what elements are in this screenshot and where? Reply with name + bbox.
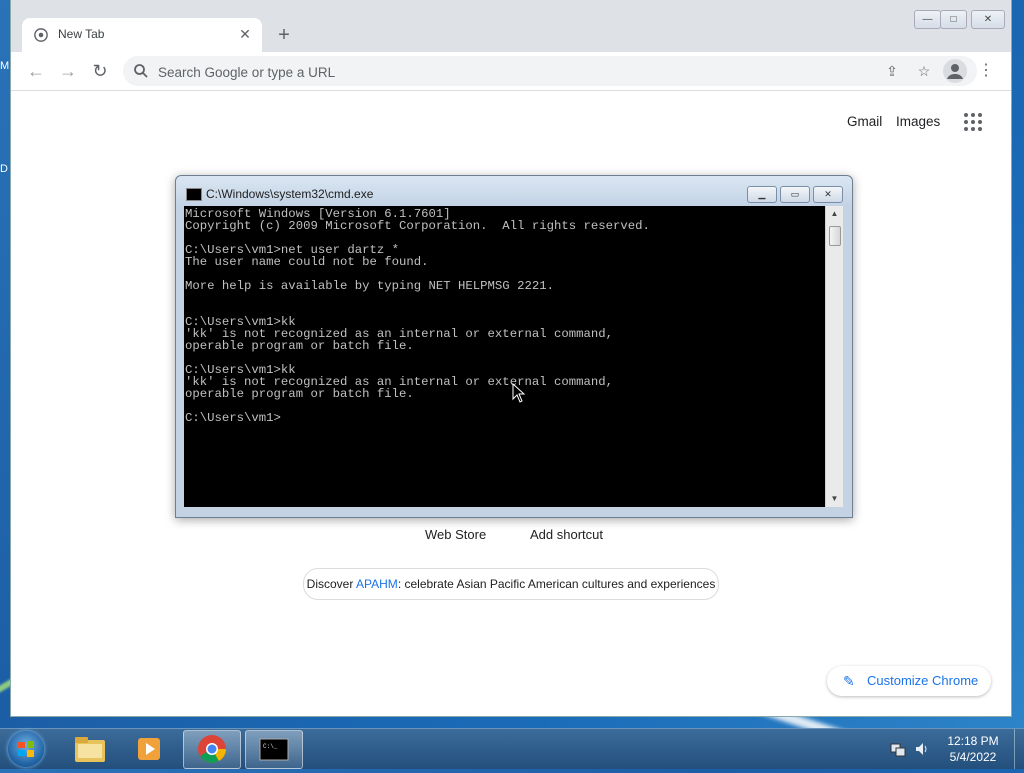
media-player-icon <box>138 738 160 760</box>
images-link[interactable]: Images <box>896 114 940 129</box>
close-button[interactable]: ✕ <box>971 10 1005 29</box>
start-button[interactable] <box>8 731 44 767</box>
chrome-favicon-icon <box>34 28 48 42</box>
back-button[interactable]: ← <box>25 60 47 82</box>
cmd-maximize-button[interactable]: ▭ <box>780 186 810 203</box>
show-desktop-button[interactable] <box>1014 729 1024 769</box>
clock-date: 5/4/2022 <box>949 750 997 764</box>
profile-avatar-icon[interactable] <box>943 59 967 83</box>
taskbar-media-player[interactable] <box>122 730 178 767</box>
console-line: The user name could not be found. <box>185 255 429 269</box>
tab-new-tab[interactable]: New Tab ✕ <box>22 18 262 52</box>
reload-button[interactable]: ↻ <box>89 60 111 82</box>
scroll-down-arrow-icon[interactable]: ▼ <box>826 491 843 507</box>
cmd-minimize-button[interactable]: ▁ <box>747 186 777 203</box>
promo-banner: Discover APAHM: celebrate Asian Pacific … <box>303 568 719 600</box>
cmd-icon: C:\_ <box>259 738 289 761</box>
taskbar-chrome[interactable] <box>183 730 241 769</box>
folder-icon <box>75 737 105 762</box>
promo-suffix: : celebrate Asian Pacific American cultu… <box>397 577 716 591</box>
taskbar-explorer[interactable] <box>62 730 118 767</box>
shortcut-web-store[interactable]: Web Store <box>425 527 486 542</box>
promo-prefix: Discover <box>306 577 357 591</box>
volume-icon[interactable] <box>914 741 930 757</box>
system-clock[interactable]: 12:18 PM 5/4/2022 <box>940 733 1006 765</box>
scroll-thumb[interactable] <box>829 226 841 246</box>
tab-close-icon[interactable]: ✕ <box>236 25 254 43</box>
clock-time: 12:18 PM <box>947 734 999 748</box>
new-tab-button[interactable]: + <box>273 24 295 46</box>
console-line: C:\Users\vm1> <box>185 411 281 425</box>
chrome-menu-button[interactable]: ⋮ <box>977 60 995 82</box>
cmd-titlebar[interactable]: C:\Windows\system32\cmd.exe ▁ ▭ ✕ <box>176 176 852 206</box>
address-input[interactable] <box>156 61 860 83</box>
taskbar-cmd[interactable]: C:\_ <box>245 730 303 769</box>
chrome-icon <box>198 735 226 763</box>
svg-text:C:\_: C:\_ <box>263 743 278 750</box>
gmail-link[interactable]: Gmail <box>847 114 882 129</box>
search-icon <box>134 64 148 78</box>
windows-logo-icon <box>18 741 34 757</box>
customize-chrome-button[interactable]: ✎ Customize Chrome <box>827 666 991 696</box>
cmd-title: C:\Windows\system32\cmd.exe <box>206 187 374 201</box>
promo-link[interactable]: APAHM <box>356 577 398 591</box>
shortcut-add[interactable]: Add shortcut <box>530 527 603 542</box>
forward-button[interactable]: → <box>57 60 79 82</box>
console-scrollbar[interactable]: ▲ ▼ <box>825 206 843 507</box>
cmd-close-button[interactable]: ✕ <box>813 186 843 203</box>
pencil-icon: ✎ <box>843 673 855 689</box>
maximize-button[interactable]: □ <box>940 10 967 29</box>
console-line: operable program or batch file. <box>185 339 414 353</box>
customize-label: Customize Chrome <box>867 673 979 688</box>
mouse-cursor-icon <box>512 383 526 403</box>
desktop-icon-label[interactable]: M <box>0 60 9 72</box>
google-apps-icon[interactable] <box>964 113 984 133</box>
cmd-window: C:\Windows\system32\cmd.exe ▁ ▭ ✕ Micros… <box>175 175 853 518</box>
toolbar: ← → ↻ ⇪ ☆ ⋮ <box>11 52 1011 91</box>
tab-strip: New Tab ✕ + — □ ✕ <box>11 0 1011 52</box>
minimize-button[interactable]: — <box>914 10 941 29</box>
omnibox[interactable]: ⇪ ☆ <box>123 56 977 86</box>
console-line: More help is available by typing NET HEL… <box>185 279 554 293</box>
scroll-up-arrow-icon[interactable]: ▲ <box>826 206 843 222</box>
bookmark-star-icon[interactable]: ☆ <box>915 62 933 80</box>
console-output[interactable]: Microsoft Windows [Version 6.1.7601] Copy… <box>184 206 825 507</box>
tab-title: New Tab <box>58 27 105 41</box>
taskbar: C:\_ 12:18 PM 5/4/2022 <box>0 728 1024 769</box>
network-icon[interactable] <box>890 741 906 757</box>
console-line: Copyright (c) 2009 Microsoft Corporation… <box>185 219 650 233</box>
console-line: operable program or batch file. <box>185 387 414 401</box>
desktop-icon-label[interactable]: D <box>0 163 8 175</box>
cmd-app-icon <box>186 188 202 201</box>
share-icon[interactable]: ⇪ <box>883 62 901 80</box>
